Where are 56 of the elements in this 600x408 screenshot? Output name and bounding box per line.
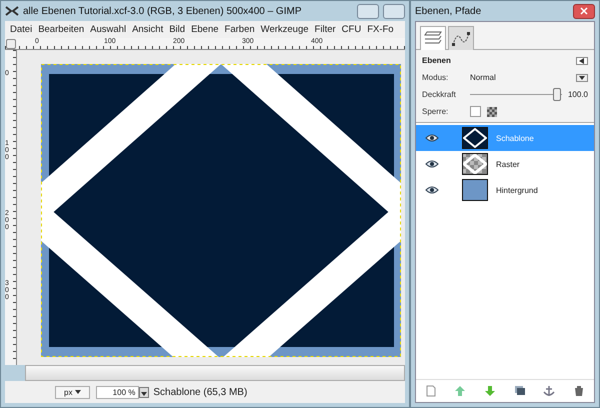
caret-icon bbox=[141, 390, 148, 396]
trash-icon[interactable] bbox=[573, 385, 586, 397]
maximize-button[interactable] bbox=[383, 4, 405, 18]
menu-item[interactable]: CFU bbox=[342, 24, 362, 35]
mode-label: Modus: bbox=[422, 73, 450, 82]
layer-thumbnail bbox=[462, 127, 488, 149]
menu-item[interactable]: Bild bbox=[169, 24, 186, 35]
mode-value: Normal bbox=[470, 73, 497, 82]
layers-tab[interactable] bbox=[420, 26, 446, 50]
caret-icon bbox=[579, 74, 585, 80]
layer-row[interactable]: Raster bbox=[416, 151, 594, 177]
layer-thumbnail bbox=[462, 153, 488, 175]
panel-menu-button[interactable] bbox=[576, 56, 588, 64]
menu-item[interactable]: Ansicht bbox=[132, 24, 164, 35]
zoom-dropdown-button[interactable] bbox=[139, 386, 150, 398]
eye-icon[interactable] bbox=[425, 134, 439, 142]
app-icon bbox=[5, 5, 19, 17]
horizontal-scrollbar[interactable] bbox=[25, 365, 405, 381]
close-button[interactable] bbox=[573, 4, 595, 18]
paths-tab[interactable] bbox=[448, 26, 474, 50]
menu-item[interactable]: Filter bbox=[314, 24, 336, 35]
menu-item[interactable]: Werkzeuge bbox=[260, 24, 309, 35]
opacity-slider-handle[interactable] bbox=[553, 88, 562, 101]
eye-icon[interactable] bbox=[425, 160, 439, 168]
opacity-value[interactable]: 100.0 bbox=[568, 90, 588, 99]
window-title: Ebenen, Pfade bbox=[415, 6, 482, 16]
new-layer-icon[interactable] bbox=[424, 385, 437, 397]
menu-item[interactable]: Auswahl bbox=[90, 24, 126, 35]
caret-icon bbox=[74, 388, 81, 394]
menu-item[interactable]: Bearbeiten bbox=[38, 24, 84, 35]
menu-item[interactable]: Datei bbox=[10, 24, 32, 35]
mode-dropdown-button[interactable] bbox=[576, 74, 588, 82]
panel-title: Ebenen bbox=[422, 56, 452, 65]
layer-name: Schablone bbox=[496, 134, 534, 142]
layer-row[interactable]: Hintergrund bbox=[416, 177, 594, 203]
ruler-menu-icon[interactable] bbox=[6, 39, 16, 49]
lock-label: Sperre: bbox=[422, 107, 450, 116]
menu-item[interactable]: FX-Fo bbox=[367, 24, 394, 35]
close-icon bbox=[580, 7, 588, 15]
caret-icon bbox=[579, 58, 585, 64]
layer-name: Hintergrund bbox=[496, 186, 538, 194]
unit-dropdown[interactable]: px bbox=[55, 386, 90, 398]
menu-item[interactable]: Ebene bbox=[191, 24, 219, 35]
anchor-icon[interactable] bbox=[543, 385, 556, 397]
layer-name: Raster bbox=[496, 160, 520, 168]
opacity-label: Deckkraft bbox=[422, 90, 457, 99]
minimize-button[interactable] bbox=[357, 4, 379, 18]
status-text: Schablone (65,3 MB) bbox=[153, 386, 248, 398]
duplicate-layer-icon[interactable] bbox=[514, 385, 526, 397]
menu-item[interactable]: Farben bbox=[224, 24, 255, 35]
alpha-lock-icon[interactable] bbox=[487, 106, 497, 116]
eye-icon[interactable] bbox=[425, 186, 439, 194]
window-title: alle Ebenen Tutorial.xcf-3.0 (RGB, 3 Ebenen) 500x400 – GIMP bbox=[23, 6, 302, 16]
layer-thumbnail bbox=[462, 179, 488, 201]
lock-checkbox[interactable] bbox=[470, 106, 481, 117]
zoom-field[interactable]: 100 % bbox=[96, 386, 140, 398]
